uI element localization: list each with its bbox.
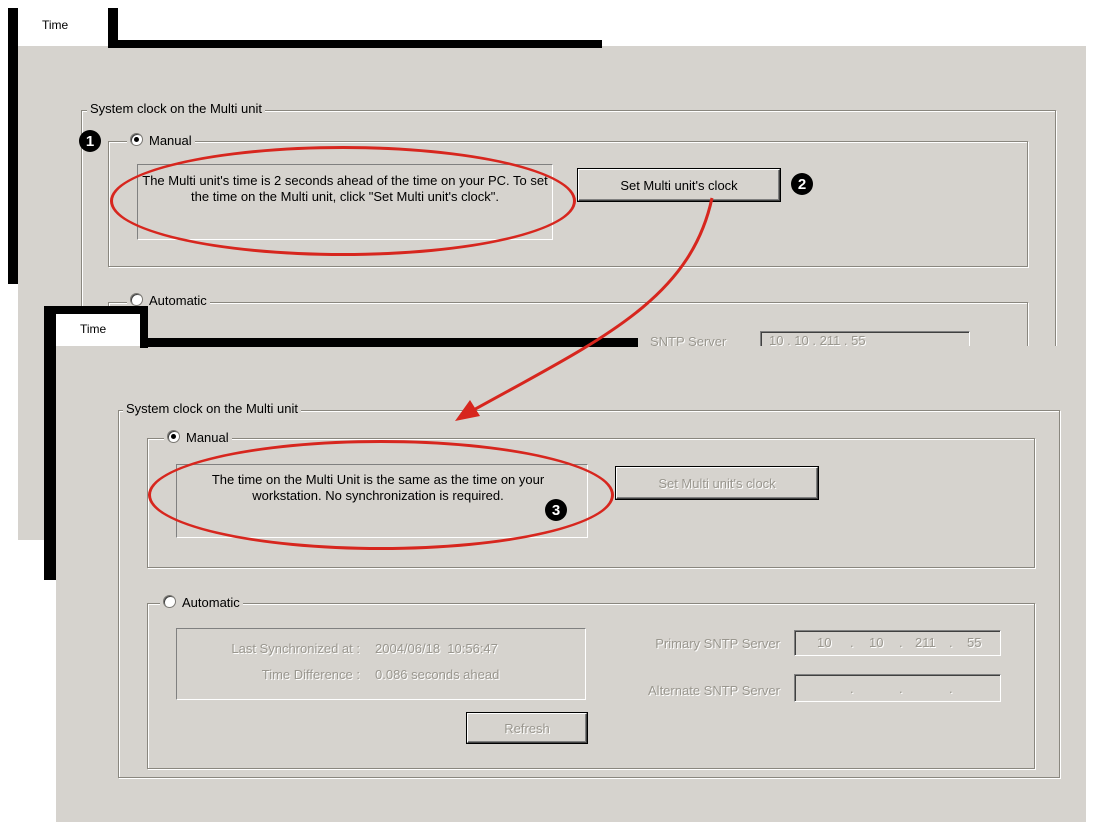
arrow-head: [455, 400, 480, 421]
arrow-connector-icon: [455, 197, 714, 421]
arrow-connector-line: [469, 197, 714, 414]
